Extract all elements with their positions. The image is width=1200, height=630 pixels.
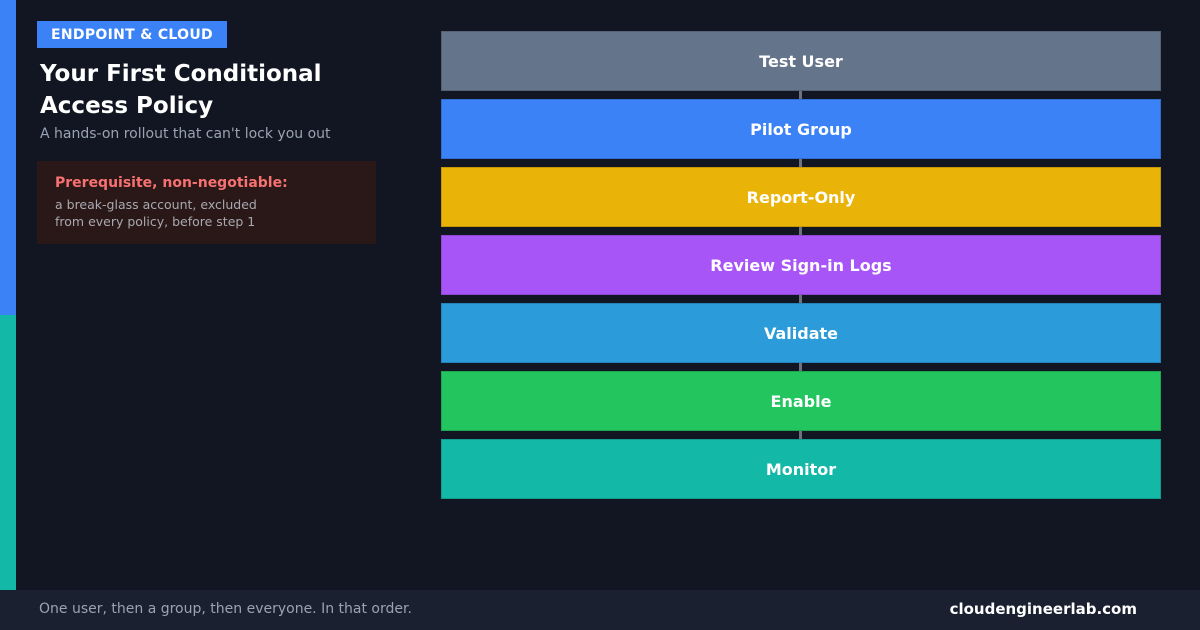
prerequisite-text-line-1: a break-glass account, excluded (55, 197, 257, 212)
social-card: ENDPOINT & CLOUD Your First Conditional … (0, 0, 1200, 630)
prerequisite-callout: Prerequisite, non-negotiable: a break-gl… (37, 161, 376, 244)
flow-connector (799, 363, 802, 371)
accent-strip-blue (0, 0, 16, 315)
title-line-2: Access Policy (40, 93, 214, 119)
page-subtitle: A hands-on rollout that can't lock you o… (40, 126, 331, 142)
prerequisite-heading: Prerequisite, non-negotiable: (55, 175, 288, 191)
flow-step: Validate (441, 303, 1161, 363)
flow-step: Pilot Group (441, 99, 1161, 159)
flow-step: Monitor (441, 439, 1161, 499)
flow-connector (799, 295, 802, 303)
flow-step: Report-Only (441, 167, 1161, 227)
title-line-1: Your First Conditional (40, 61, 322, 87)
footer-site-link[interactable]: cloudengineerlab.com (950, 600, 1137, 618)
flow-step: Enable (441, 371, 1161, 431)
prerequisite-text-line-2: from every policy, before step 1 (55, 214, 256, 229)
flow-connector (799, 159, 802, 167)
accent-strip-teal (0, 315, 16, 590)
flow-connector (799, 227, 802, 235)
flow-connector (799, 91, 802, 99)
category-badge: ENDPOINT & CLOUD (37, 21, 227, 48)
flow-step: Review Sign-in Logs (441, 235, 1161, 295)
page-title: Your First Conditional Access Policy (40, 58, 400, 122)
flow-step: Test User (441, 31, 1161, 91)
footer-tagline: One user, then a group, then everyone. I… (39, 601, 412, 617)
rollout-flow: Test User Pilot Group Report-Only Review Si… (441, 31, 1161, 499)
footer: One user, then a group, then everyone. I… (0, 590, 1200, 630)
flow-connector (799, 431, 802, 439)
